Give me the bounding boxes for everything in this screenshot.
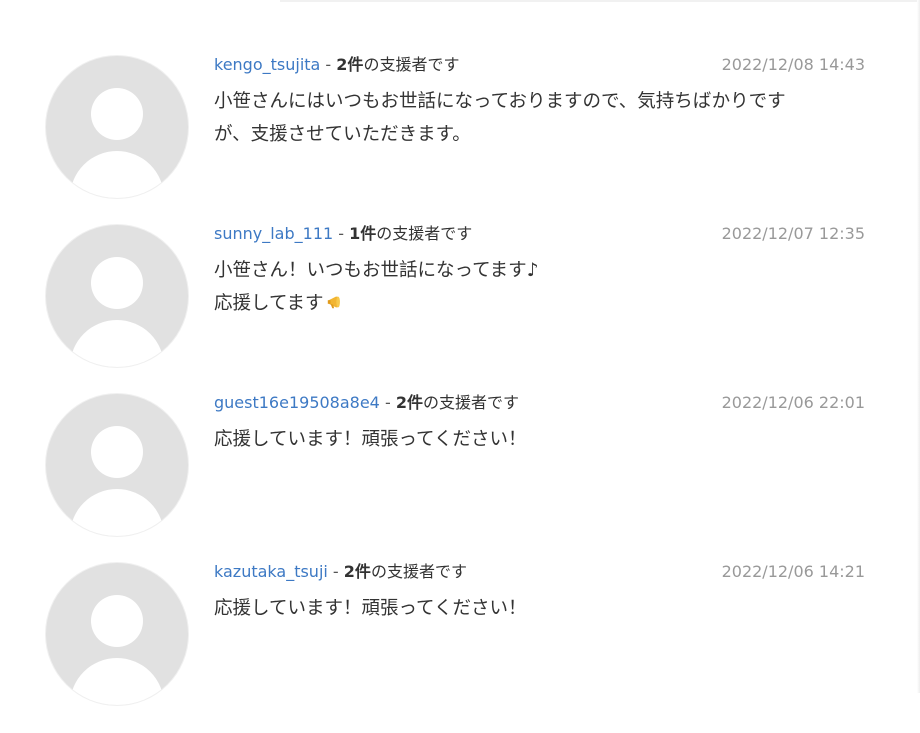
comment-item: kazutaka_tsuji - 2件の支援者です 2022/12/06 14:…: [0, 562, 920, 733]
comment-date: 2022/12/07 12:35: [721, 224, 865, 243]
default-avatar-icon[interactable]: [46, 394, 188, 536]
comment-text: 小笹さんにはいつもお世話になっておりますので、気持ちばかりです が、支援させてい…: [214, 91, 786, 145]
username-link[interactable]: kazutaka_tsuji: [214, 562, 328, 581]
support-count-suffix: の支援者です: [422, 393, 519, 412]
username-link[interactable]: kengo_tsujita: [214, 55, 320, 74]
comment-item: kengo_tsujita - 2件の支援者です 2022/12/08 14:4…: [0, 55, 920, 226]
comment-date: 2022/12/06 14:21: [721, 562, 865, 581]
comment-text: 小笹さん！いつもお世話になってます♪ 応援してます: [214, 260, 539, 314]
comment-meta: kengo_tsujita - 2件の支援者です: [214, 53, 459, 77]
meta-separator: -: [327, 562, 344, 581]
comment-text: 応援しています！頑張ってください！: [214, 429, 527, 450]
comment-meta: sunny_lab_111 - 1件の支援者です: [214, 222, 472, 246]
username-link[interactable]: guest16e19508a8e4: [214, 393, 380, 412]
comment-item: guest16e19508a8e4 - 2件の支援者です 2022/12/06 …: [0, 393, 920, 564]
megaphone-icon: [327, 296, 340, 309]
support-count-suffix: の支援者です: [370, 562, 467, 581]
meta-separator: -: [333, 224, 350, 243]
top-divider: [280, 0, 920, 2]
comment-meta: guest16e19508a8e4 - 2件の支援者です: [214, 391, 519, 415]
comment-date: 2022/12/06 22:01: [721, 393, 865, 412]
support-count: 2件: [395, 393, 423, 412]
support-count: 1件: [349, 224, 377, 243]
comment-date: 2022/12/08 14:43: [721, 55, 865, 74]
support-count: 2件: [336, 55, 364, 74]
default-avatar-icon[interactable]: [46, 225, 188, 367]
support-count-suffix: の支援者です: [363, 55, 460, 74]
comment-item: sunny_lab_111 - 1件の支援者です 2022/12/07 12:3…: [0, 224, 920, 395]
default-avatar-icon[interactable]: [46, 56, 188, 198]
default-avatar-icon[interactable]: [46, 563, 188, 705]
comment-text-wrapper: 小笹さん！いつもお世話になってます♪ 応援してます: [214, 254, 854, 320]
comment-text: 応援しています！頑張ってください！: [214, 598, 527, 619]
support-count-suffix: の支援者です: [376, 224, 473, 243]
username-link[interactable]: sunny_lab_111: [214, 224, 333, 243]
comment-meta: kazutaka_tsuji - 2件の支援者です: [214, 560, 467, 584]
meta-separator: -: [379, 393, 396, 412]
meta-separator: -: [320, 55, 337, 74]
support-count: 2件: [343, 562, 371, 581]
